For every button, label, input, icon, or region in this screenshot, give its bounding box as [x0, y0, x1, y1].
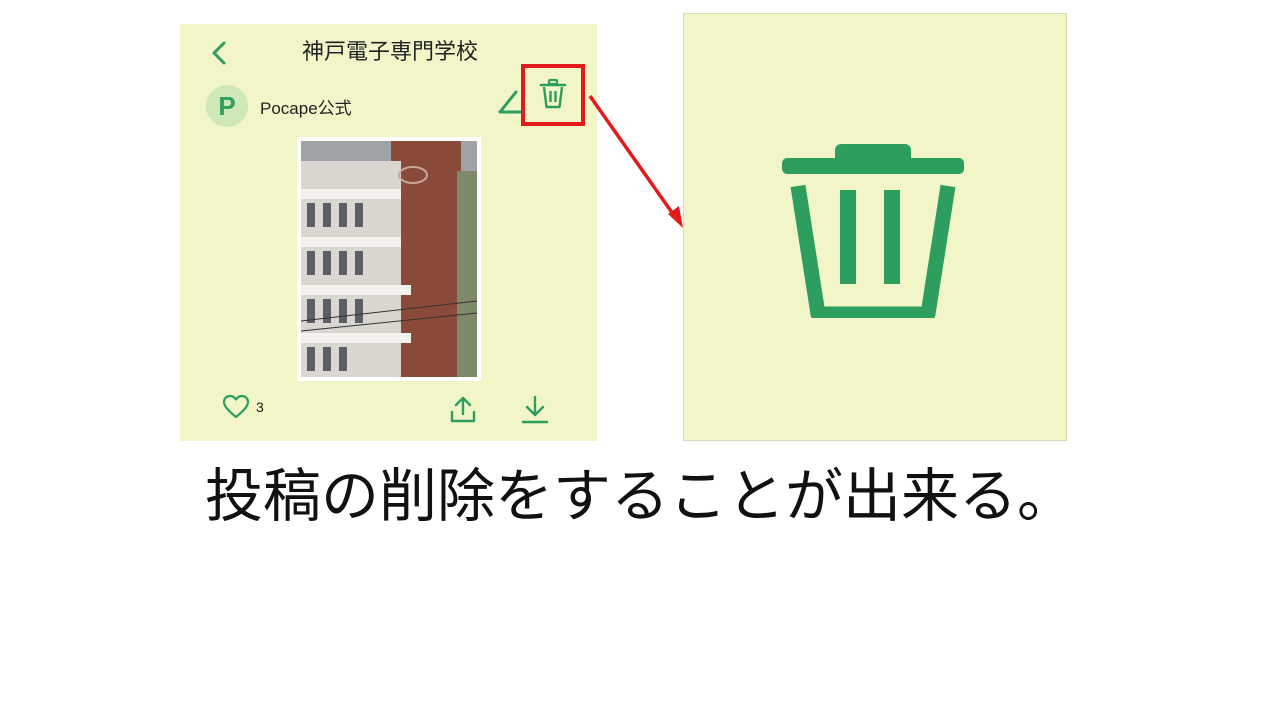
trash-icon-zoom-panel	[683, 13, 1067, 441]
trash-icon	[782, 144, 964, 318]
pointer-arrow	[588, 94, 683, 228]
slide-caption: 投稿の削除をすることが出来る。	[204, 462, 1075, 530]
